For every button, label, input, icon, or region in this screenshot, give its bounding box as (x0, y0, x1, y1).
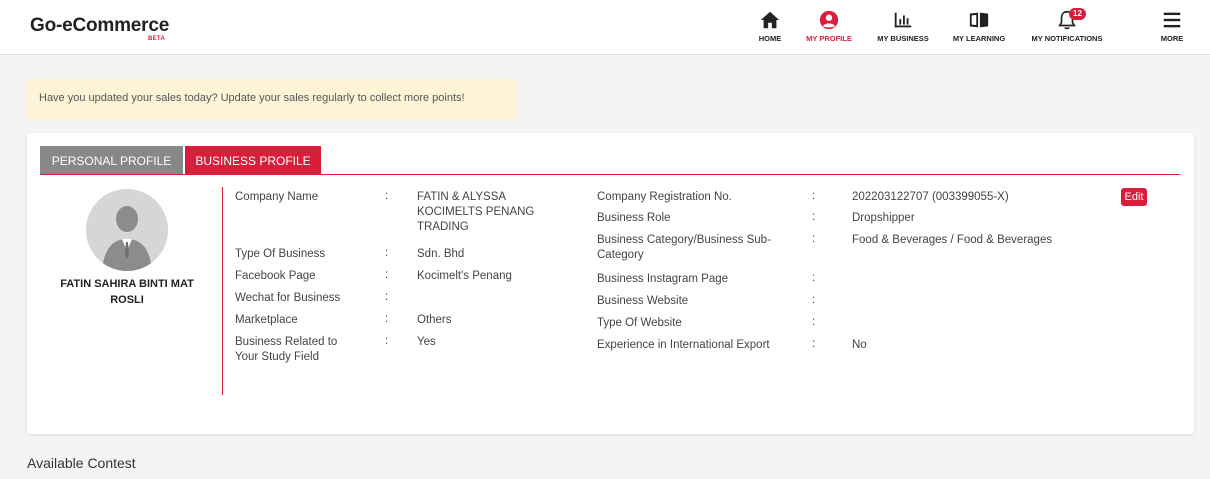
colon: : (385, 313, 389, 325)
value-registration-no: 202203122707 (003399055-X) (852, 191, 1009, 203)
colon: : (385, 269, 389, 281)
beta-badge: BETA (148, 36, 166, 42)
label-company-name: Company Name (235, 191, 319, 203)
label-instagram-page: Business Instagram Page (597, 273, 729, 285)
edit-button[interactable]: Edit (1121, 188, 1147, 206)
nav-my-business[interactable]: MY BUSINESS (875, 9, 931, 43)
available-contest-heading: Available Contest (27, 455, 136, 471)
label-wechat: Wechat for Business (235, 292, 341, 304)
label-registration-no: Company Registration No. (597, 191, 732, 203)
bar-chart-icon (894, 12, 912, 28)
colon: : (812, 190, 816, 202)
home-icon (760, 11, 780, 29)
book-icon (969, 12, 989, 28)
tab-underline (40, 174, 1180, 175)
value-facebook-page[interactable]: Kocimelt's Penang (417, 269, 557, 284)
label-business-website: Business Website (597, 295, 689, 307)
hamburger-menu-icon (1163, 12, 1181, 28)
nav-home-label: HOME (758, 34, 782, 43)
colon: : (385, 291, 389, 303)
profile-card: PERSONAL PROFILE BUSINESS PROFILE FATIN … (27, 133, 1194, 434)
colon: : (812, 316, 816, 328)
avatar (86, 189, 168, 271)
value-marketplace: Others (417, 314, 452, 326)
label-business-category: Business Category/Business Sub-Category (597, 234, 771, 261)
tab-business-profile[interactable]: BUSINESS PROFILE (185, 146, 321, 175)
colon: : (385, 335, 389, 347)
nav-my-learning[interactable]: MY LEARNING (951, 9, 1007, 43)
nav-my-profile[interactable]: MY PROFILE (806, 9, 852, 43)
top-header: Go-eCommerce BETA HOME MY PROFILE MY BUS… (0, 0, 1210, 55)
colon: : (812, 338, 816, 350)
app-logo[interactable]: Go-eCommerce (30, 15, 169, 37)
nav-business-label: MY BUSINESS (877, 34, 929, 43)
label-type-of-website: Type Of Website (597, 317, 682, 329)
value-type-of-business: Sdn. Bhd (417, 248, 465, 260)
colon: : (385, 190, 389, 202)
nav-my-notifications[interactable]: 12 MY NOTIFICATIONS (1028, 8, 1106, 43)
avatar-placeholder-icon (86, 189, 168, 271)
value-related-study-field: Yes (417, 336, 436, 348)
colon: : (812, 211, 816, 223)
notification-count-badge: 12 (1069, 8, 1086, 20)
sales-reminder-banner: Have you updated your sales today? Updat… (27, 79, 517, 120)
label-export-experience: Experience in International Export (597, 339, 770, 351)
colon: : (812, 233, 816, 245)
colon: : (812, 272, 816, 284)
nav-more-label: MORE (1160, 34, 1184, 43)
colon: : (385, 247, 389, 259)
user-circle-icon (819, 10, 839, 30)
label-marketplace: Marketplace (235, 314, 298, 326)
nav-more[interactable]: MORE (1160, 9, 1184, 43)
value-export-experience: No (852, 339, 867, 351)
value-company-name: FATIN & ALYSSA KOCIMELTS PENANG TRADING (417, 191, 535, 233)
value-business-role: Dropshipper (852, 212, 915, 224)
label-related-study-field: Business Related to Your Study Field (235, 336, 338, 363)
tab-personal-profile[interactable]: PERSONAL PROFILE (40, 146, 183, 175)
label-business-role: Business Role (597, 212, 671, 224)
nav-notifications-label: MY NOTIFICATIONS (1031, 34, 1103, 43)
label-type-of-business: Type Of Business (235, 248, 326, 260)
nav-learning-label: MY LEARNING (952, 34, 1006, 43)
profile-name: FATIN SAHIRA BINTI MAT ROSLI (60, 278, 194, 306)
profile-divider (222, 187, 223, 395)
nav-home[interactable]: HOME (757, 9, 783, 43)
value-business-category: Food & Beverages / Food & Beverages (852, 234, 1053, 246)
colon: : (812, 294, 816, 306)
label-facebook-page: Facebook Page (235, 270, 316, 282)
nav-profile-label: MY PROFILE (806, 34, 852, 43)
